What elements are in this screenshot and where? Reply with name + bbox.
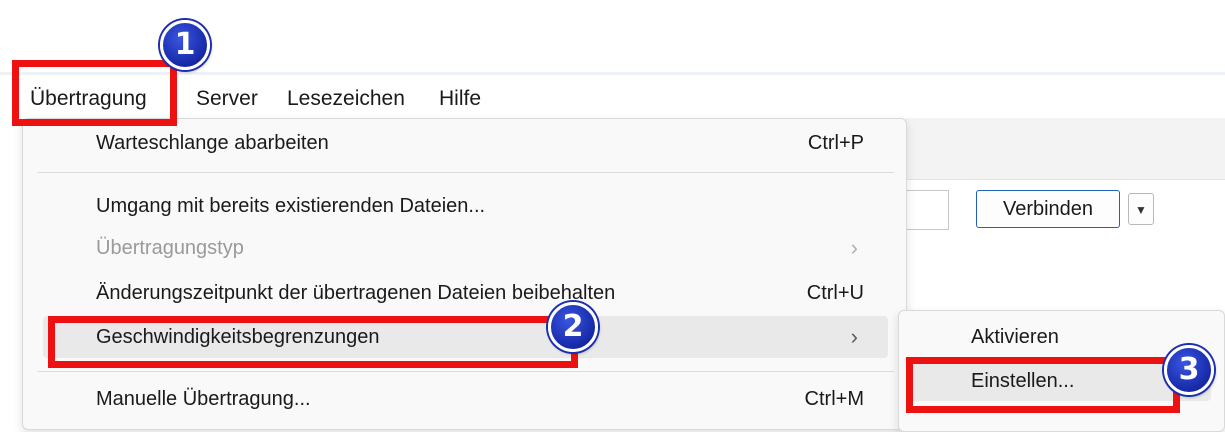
shortcut-label: Ctrl+P bbox=[807, 132, 864, 154]
menubar: Übertragung Server Lesezeichen Hilfe bbox=[0, 76, 1225, 120]
chevron-down-icon: ▼ bbox=[1135, 203, 1147, 217]
menu-item-label: Manuelle Übertragung... bbox=[96, 388, 311, 410]
transfer-menu: Warteschlange abarbeiten Ctrl+P Umgang m… bbox=[22, 118, 907, 430]
menu-hilfe[interactable]: Hilfe bbox=[439, 86, 481, 112]
toolbar-band bbox=[905, 118, 1225, 180]
submenu-item-label: Aktivieren bbox=[971, 326, 1059, 348]
menu-item-transfer-type: Übertragungstyp › bbox=[43, 227, 888, 269]
chevron-right-icon: › bbox=[850, 324, 858, 349]
highlight-speed-limits bbox=[48, 316, 578, 368]
connect-button[interactable]: Verbinden bbox=[976, 190, 1120, 228]
title-divider bbox=[0, 72, 1225, 75]
menu-item-manual-transfer[interactable]: Manuelle Übertragung... Ctrl+M bbox=[43, 378, 888, 420]
submenu-item-enable[interactable]: Aktivieren bbox=[911, 317, 1211, 357]
step-badge-3: 3 bbox=[1164, 345, 1214, 395]
quickconnect-input[interactable] bbox=[905, 190, 949, 230]
connect-dropdown-button[interactable]: ▼ bbox=[1128, 193, 1154, 225]
menu-item-label: Übertragungstyp bbox=[96, 237, 244, 259]
menu-item-label: Warteschlange abarbeiten bbox=[96, 132, 329, 154]
shortcut-label: Ctrl+U bbox=[806, 282, 864, 304]
menu-item-preserve-timestamps[interactable]: Änderungszeitpunkt der übertragenen Date… bbox=[43, 272, 888, 314]
highlight-menu-uebertragung bbox=[12, 60, 177, 126]
step-badge-1: 1 bbox=[160, 20, 210, 70]
menu-lesezeichen[interactable]: Lesezeichen bbox=[287, 86, 405, 112]
step-badge-2: 2 bbox=[548, 302, 598, 352]
menu-separator bbox=[37, 172, 894, 173]
menu-separator bbox=[37, 371, 894, 372]
menu-item-process-queue[interactable]: Warteschlange abarbeiten Ctrl+P bbox=[43, 122, 888, 164]
highlight-configure bbox=[906, 357, 1180, 413]
chevron-right-icon: › bbox=[850, 235, 858, 260]
menu-item-existing-files[interactable]: Umgang mit bereits existierenden Dateien… bbox=[43, 185, 888, 227]
menu-item-label: Umgang mit bereits existierenden Dateien… bbox=[96, 195, 486, 217]
menu-server[interactable]: Server bbox=[196, 86, 258, 112]
shortcut-label: Ctrl+M bbox=[804, 388, 864, 410]
menu-item-label: Änderungszeitpunkt der übertragenen Date… bbox=[96, 282, 616, 304]
